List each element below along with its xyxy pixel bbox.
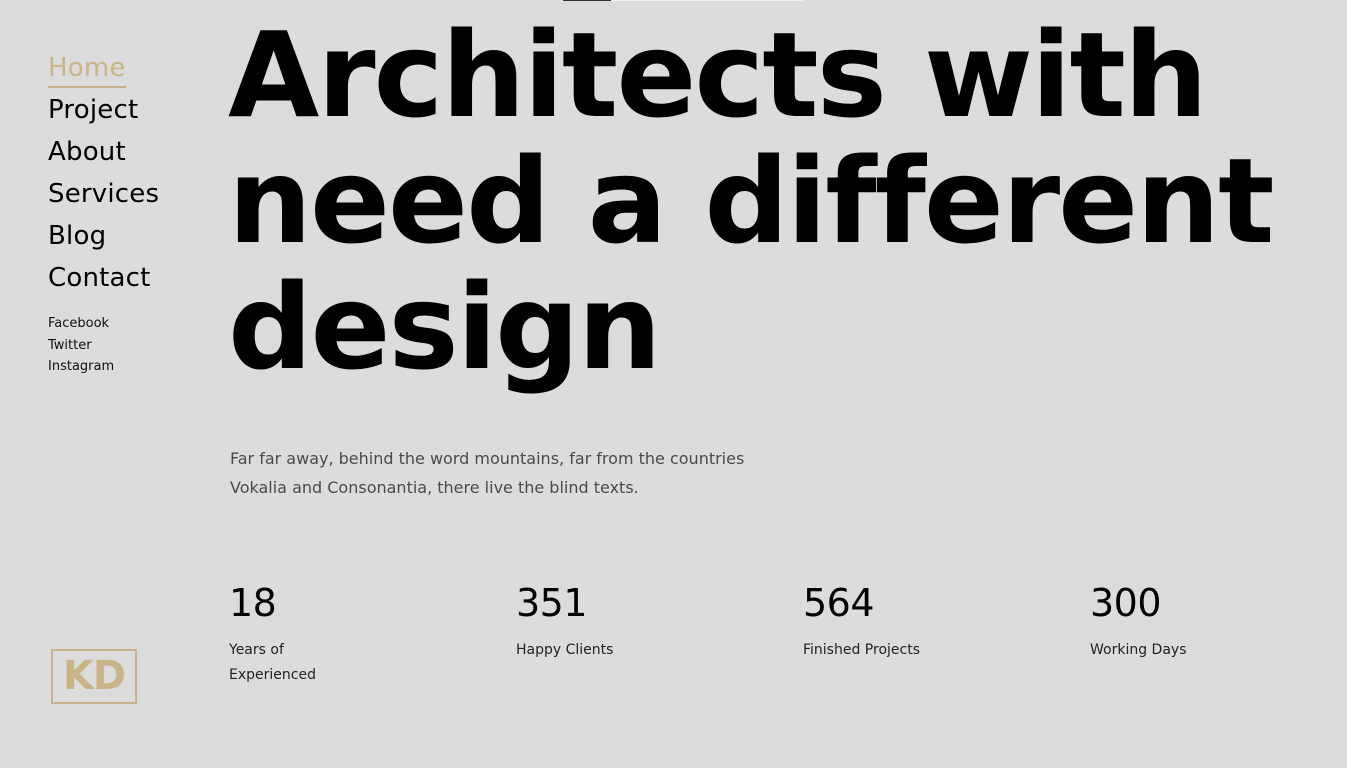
nav-link-services[interactable]: Services (48, 176, 159, 212)
nav-item-services: Services (48, 176, 198, 218)
nav-item-project: Project (48, 92, 198, 134)
nav-link-home[interactable]: Home (48, 50, 126, 88)
brand-logo[interactable]: KD (51, 649, 137, 704)
social-link-instagram[interactable]: Instagram (48, 359, 114, 374)
stat-years: 18 Years of Experienced (229, 580, 479, 688)
stat-label: Finished Projects (803, 642, 920, 658)
nav-link-about[interactable]: About (48, 134, 126, 170)
social-item-instagram: Instagram (48, 355, 198, 377)
nav-link-contact[interactable]: Contact (48, 260, 151, 296)
hero-intro: Far far away, behind the word mountains,… (230, 449, 745, 497)
stat-projects: 564 Finished Projects (803, 580, 1053, 663)
top-scroll-indicator (563, 0, 803, 1)
stat-label: Years of Experienced (229, 642, 316, 683)
stat-value: 18 (229, 581, 277, 625)
main-nav: Home Project About Services Blog Contact (48, 50, 198, 302)
stat-value: 351 (516, 581, 588, 625)
nav-link-project[interactable]: Project (48, 92, 138, 128)
sidebar: Home Project About Services Blog Contact… (48, 50, 198, 377)
stat-label: Happy Clients (516, 642, 614, 658)
stat-value: 300 (1090, 581, 1162, 625)
social-link-facebook[interactable]: Facebook (48, 316, 109, 331)
social-link-twitter[interactable]: Twitter (48, 338, 92, 353)
nav-item-blog: Blog (48, 218, 198, 260)
stat-value: 564 (803, 581, 875, 625)
nav-item-contact: Contact (48, 260, 198, 302)
hero-headline: Architects with need a different design (228, 6, 1275, 396)
social-links: Facebook Twitter Instagram (48, 312, 198, 377)
page: Home Project About Services Blog Contact… (0, 0, 1347, 768)
nav-item-home: Home (48, 50, 198, 92)
stat-label: Working Days (1090, 642, 1187, 658)
social-item-twitter: Twitter (48, 334, 198, 356)
stat-clients: 351 Happy Clients (516, 580, 766, 663)
top-scroll-indicator-thumb (563, 0, 611, 1)
social-item-facebook: Facebook (48, 312, 198, 334)
nav-link-blog[interactable]: Blog (48, 218, 106, 254)
nav-item-about: About (48, 134, 198, 176)
stat-working-days: 300 Working Days (1090, 580, 1340, 663)
